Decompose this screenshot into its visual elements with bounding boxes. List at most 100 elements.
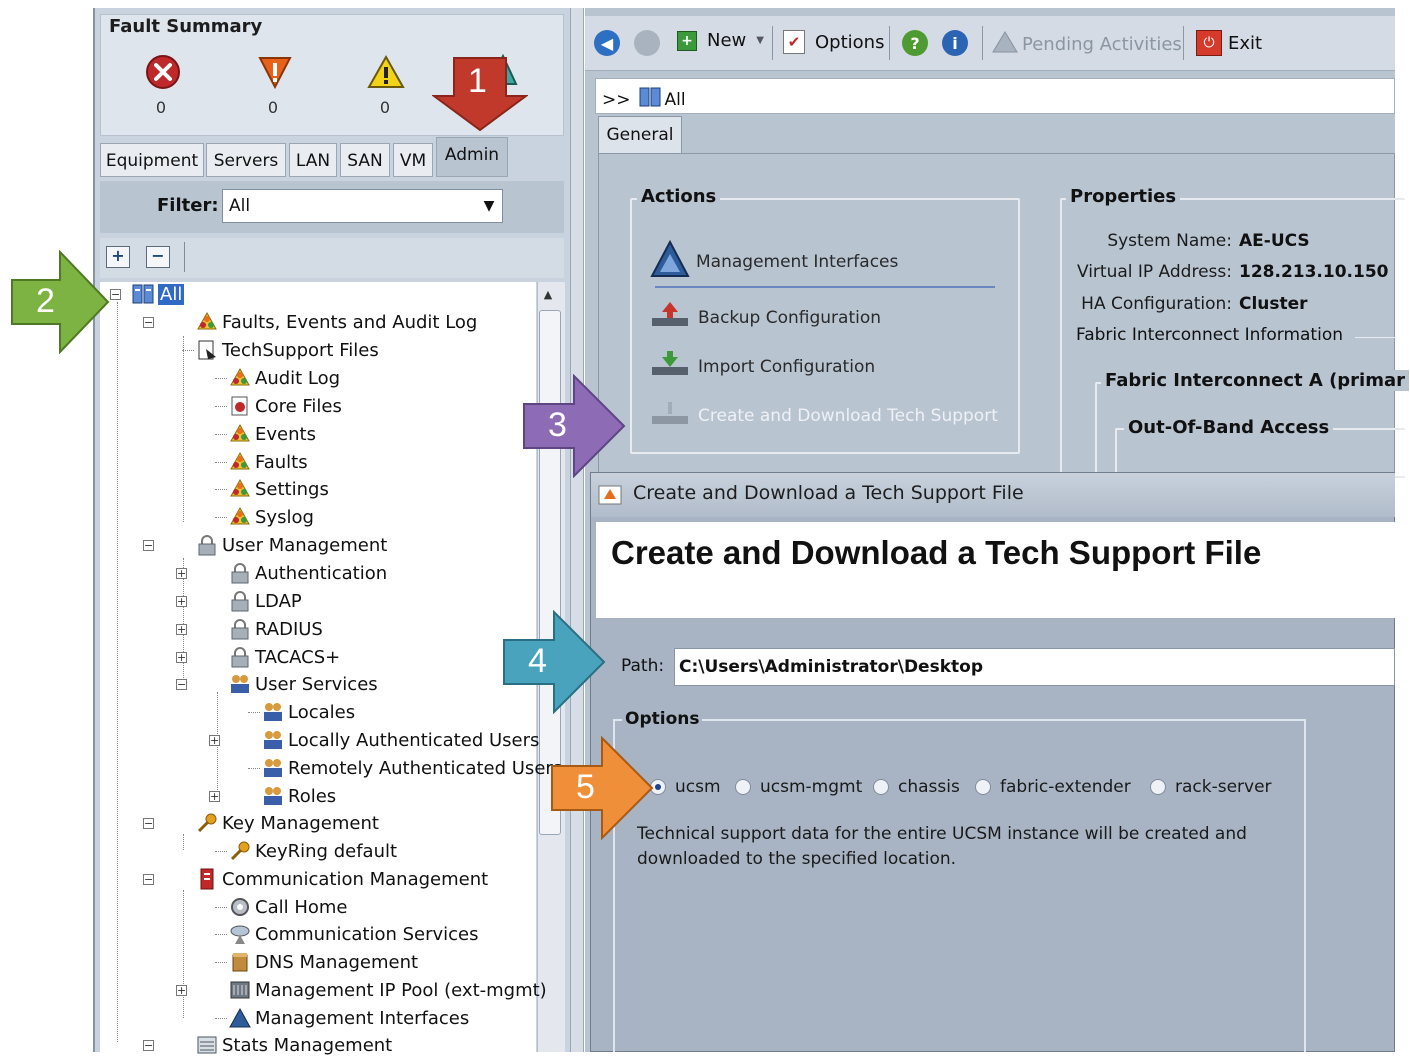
minor-fault-icon[interactable] bbox=[366, 52, 406, 92]
tree-collapse-toggle[interactable]: − bbox=[143, 1040, 154, 1051]
tree-node[interactable]: User Management bbox=[196, 533, 387, 557]
tree-node[interactable]: TechSupport Files bbox=[196, 338, 379, 362]
tree-node-label: User Services bbox=[255, 673, 378, 695]
tab-san[interactable]: SAN bbox=[340, 143, 390, 177]
tree-node[interactable]: Authentication bbox=[229, 561, 387, 585]
breadcrumb-label[interactable]: All bbox=[665, 90, 686, 110]
radio-label: rack-server bbox=[1175, 777, 1272, 797]
tree-node-label: KeyRing default bbox=[255, 840, 398, 862]
tree-node[interactable]: Call Home bbox=[229, 895, 347, 919]
tree-expand-toggle[interactable]: + bbox=[176, 985, 187, 996]
tab-servers[interactable]: Servers bbox=[206, 143, 286, 177]
tree-node[interactable]: Roles bbox=[262, 784, 336, 808]
forward-button[interactable] bbox=[634, 30, 660, 56]
radio-fabric-extender[interactable]: fabric-extender bbox=[975, 777, 1131, 797]
callout-4-number: 4 bbox=[528, 642, 547, 680]
filter-dropdown[interactable]: All bbox=[222, 189, 503, 223]
new-button[interactable]: + New ▼ bbox=[677, 30, 764, 51]
toolbar-divider bbox=[184, 242, 185, 272]
tree-collapse-toggle[interactable]: − bbox=[143, 317, 154, 328]
tree-node[interactable]: Remotely Authenticated Users bbox=[262, 756, 562, 780]
tree-node-label: Core Files bbox=[255, 395, 342, 417]
action-management-interfaces[interactable]: Management Interfaces bbox=[650, 239, 898, 283]
callout-1-arrow: 1 bbox=[430, 56, 530, 137]
tree-node[interactable]: Settings bbox=[229, 477, 329, 501]
tree-node[interactable]: Management IP Pool (ext-mgmt) bbox=[229, 978, 547, 1002]
tree-node[interactable]: KeyRing default bbox=[229, 839, 397, 863]
key-icon bbox=[229, 840, 251, 862]
breadcrumb-prefix: >> bbox=[602, 89, 631, 110]
tree-node[interactable]: Core Files bbox=[229, 394, 342, 418]
tree-node-label: DNS Management bbox=[255, 951, 419, 973]
tree-node[interactable]: Locally Authenticated Users bbox=[262, 728, 539, 752]
pane-splitter[interactable] bbox=[570, 8, 584, 1052]
tree-node[interactable]: Key Management bbox=[196, 811, 379, 835]
tree-node[interactable]: RADIUS bbox=[229, 617, 323, 641]
tree-node[interactable]: Communication Services bbox=[229, 922, 479, 946]
major-fault-icon[interactable] bbox=[255, 52, 295, 92]
pending-activities-button[interactable]: Pending Activities bbox=[992, 30, 1182, 59]
tree-collapse-toggle[interactable]: − bbox=[143, 540, 154, 551]
info-button[interactable]: i bbox=[942, 30, 968, 56]
tree-node-label: Settings bbox=[255, 478, 329, 500]
tab-equipment[interactable]: Equipment bbox=[100, 143, 204, 177]
back-icon: ◀ bbox=[594, 30, 620, 56]
tree-expand-toggle[interactable]: + bbox=[176, 652, 187, 663]
tree-expand-toggle[interactable]: + bbox=[176, 624, 187, 635]
chevron-down-icon[interactable]: ▼ bbox=[478, 191, 500, 221]
tree-node[interactable]: DNS Management bbox=[229, 950, 418, 974]
virtual-ip-label: Virtual IP Address: bbox=[1076, 262, 1232, 282]
critical-fault-icon[interactable] bbox=[143, 52, 183, 92]
tree-collapse-toggle[interactable]: − bbox=[176, 679, 187, 690]
tab-admin[interactable]: Admin bbox=[436, 137, 508, 177]
tab-general[interactable]: General bbox=[598, 116, 682, 154]
radio-chassis[interactable]: chassis bbox=[873, 777, 960, 797]
users-icon bbox=[262, 785, 284, 807]
tree-collapse-toggle[interactable]: − bbox=[143, 874, 154, 885]
radio-rack-server[interactable]: rack-server bbox=[1150, 777, 1272, 797]
ha-config-label: HA Configuration: bbox=[1081, 294, 1232, 314]
tree-node[interactable]: Faults bbox=[229, 450, 308, 474]
scroll-up-icon[interactable]: ▲ bbox=[541, 288, 555, 302]
tree-collapse-toggle[interactable]: − bbox=[110, 289, 121, 300]
tree-expand-toggle[interactable]: + bbox=[209, 735, 220, 746]
action-create-tech-support[interactable]: Create and Download Tech Support bbox=[650, 398, 998, 433]
tree-expand-toggle[interactable]: + bbox=[176, 568, 187, 579]
tree-node-label: RADIUS bbox=[255, 618, 323, 640]
help-button[interactable]: ? bbox=[902, 30, 928, 56]
management-interfaces-icon bbox=[650, 239, 690, 283]
back-button[interactable]: ◀ bbox=[594, 30, 620, 56]
radio-ucsm-mgmt[interactable]: ucsm-mgmt bbox=[735, 777, 862, 797]
tree-node-all[interactable]: All bbox=[132, 282, 185, 306]
radio-ucsm[interactable]: ucsm bbox=[650, 777, 721, 797]
tree-node[interactable]: Communication Management bbox=[196, 867, 488, 891]
path-input[interactable]: C:\Users\Administrator\Desktop bbox=[674, 648, 1395, 686]
users-icon bbox=[262, 757, 284, 779]
tree-expand-toggle[interactable]: + bbox=[209, 791, 220, 802]
action-backup-configuration[interactable]: Backup Configuration bbox=[650, 300, 881, 335]
tree-node[interactable]: Syslog bbox=[229, 505, 314, 529]
radio-label: ucsm bbox=[675, 777, 721, 797]
exit-button[interactable]: ⏻ Exit bbox=[1196, 30, 1262, 56]
tab-lan[interactable]: LAN bbox=[289, 143, 337, 177]
tree-node[interactable]: Faults, Events and Audit Log bbox=[196, 310, 477, 334]
dns-icon bbox=[229, 951, 251, 973]
tree-node[interactable]: TACACS+ bbox=[229, 645, 340, 669]
options-button[interactable]: ✔ Options bbox=[783, 30, 884, 54]
tree-node[interactable]: Stats Management bbox=[196, 1033, 392, 1057]
tree-node[interactable]: Audit Log bbox=[229, 366, 340, 390]
tab-vm[interactable]: VM bbox=[393, 143, 433, 177]
tree-expand-toggle[interactable]: + bbox=[176, 596, 187, 607]
tree-node[interactable]: Locales bbox=[262, 700, 355, 724]
tree-node-label: User Management bbox=[222, 534, 388, 556]
tree-node[interactable]: LDAP bbox=[229, 589, 302, 613]
collapse-all-button[interactable]: − bbox=[146, 246, 170, 268]
tree-node[interactable]: Events bbox=[229, 422, 316, 446]
tree-collapse-toggle[interactable]: − bbox=[143, 818, 154, 829]
core-icon bbox=[229, 395, 251, 417]
fi-a-title: Fabric Interconnect A (primar bbox=[1101, 370, 1410, 391]
radio-button bbox=[1150, 779, 1166, 795]
tree-node[interactable]: Management Interfaces bbox=[229, 1006, 469, 1030]
action-import-configuration[interactable]: Import Configuration bbox=[650, 349, 875, 384]
tree-node[interactable]: User Services bbox=[229, 672, 378, 696]
